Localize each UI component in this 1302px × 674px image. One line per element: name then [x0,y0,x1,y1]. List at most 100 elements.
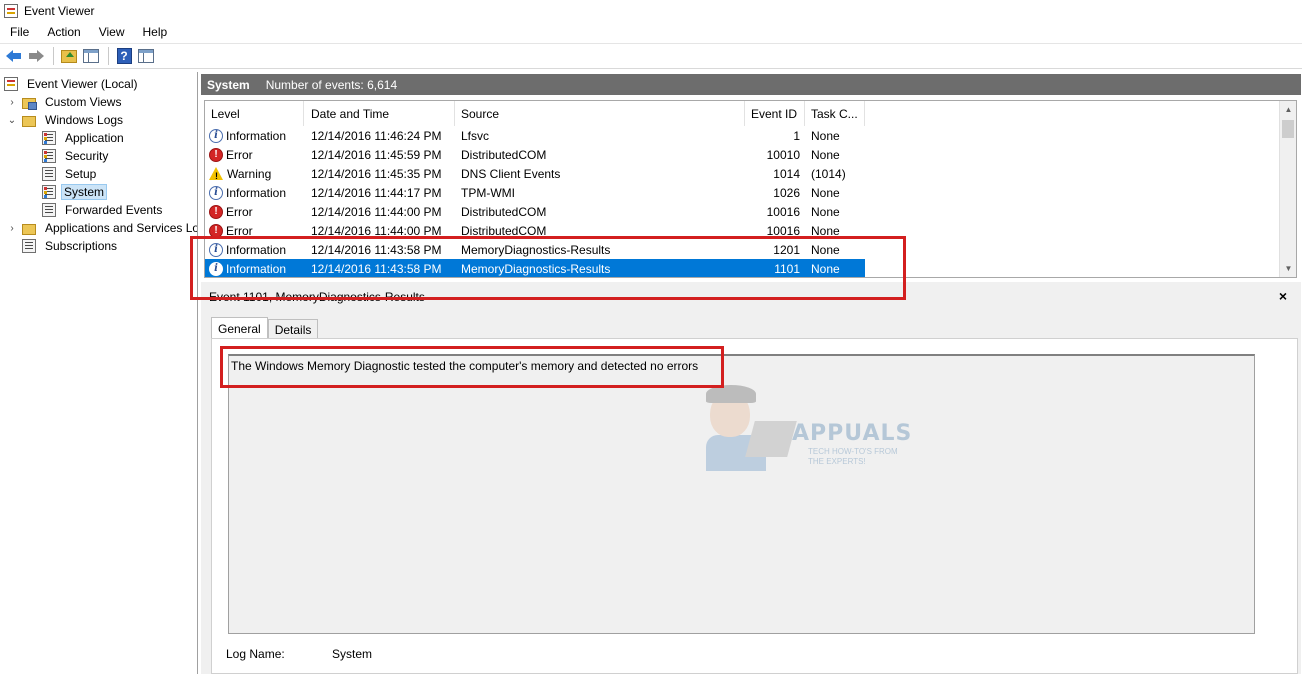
help-button[interactable]: ? [114,46,134,66]
source-cell: DNS Client Events [461,166,561,181]
table-row[interactable]: i Information 12/14/2016 11:46:24 PM Lfsvc 1… [205,126,865,145]
table-row[interactable]: ! Error 12/14/2016 11:44:00 PM DistributedC… [205,202,865,221]
tree-item-label: Custom Views [45,95,122,109]
tree-item-label: Subscriptions [45,239,118,253]
column-header-event-id[interactable]: Event ID [745,101,805,126]
log-name-label: Log Name: [226,647,285,661]
information-icon: i [209,242,223,257]
date-time-cell: 12/14/2016 11:45:35 PM [311,166,442,181]
task-category-cell: None [811,128,840,143]
table-row[interactable]: ! Warning 12/14/2016 11:45:35 PM DNS Client… [205,164,865,183]
toolbar-separator [53,47,54,65]
menu-view[interactable]: View [89,25,133,39]
watermark-text: APPUALS [792,421,913,446]
tree-item-system[interactable]: System [42,183,108,201]
watermark-subtext: TECH HOW-TO'S FROM THE EXPERTS! [808,447,898,466]
task-category-cell: None [811,204,840,219]
column-header-source[interactable]: Source [455,101,745,126]
forward-button[interactable] [26,46,46,66]
column-header-task-category[interactable]: Task C... [805,101,865,126]
tree-item-windows-logs[interactable]: ⌄ Windows Logs [6,111,127,129]
tree-item-label: Applications and Services Lo [45,221,198,235]
event-id-cell: 1201 [773,242,800,257]
expand-chevron-icon[interactable]: › [6,97,18,108]
menu-action[interactable]: Action [37,25,88,39]
tree-item-custom-views[interactable]: › Custom Views [6,93,125,111]
show-hide-console-tree-button[interactable] [81,46,101,66]
menu-help[interactable]: Help [133,25,176,39]
level-cell: i Information [209,240,305,259]
forward-arrow-icon [28,50,44,62]
show-hide-console-tree-icon [83,49,99,63]
source-cell: Lfsvc [461,128,490,143]
custom-views-folder-icon [22,97,37,110]
level-text: Warning [227,166,272,181]
table-row[interactable]: ! Error 12/14/2016 11:44:00 PM DistributedC… [205,221,865,240]
table-row[interactable]: ! Error 12/14/2016 11:45:59 PM DistributedC… [205,145,865,164]
error-icon: ! [209,223,223,238]
table-row[interactable]: i Information 12/14/2016 11:44:17 PM TPM-WM… [205,183,865,202]
date-time-cell: 12/14/2016 11:46:24 PM [311,128,442,143]
close-icon[interactable]: × [1279,288,1287,304]
source-cell: MemoryDiagnostics-Results [461,242,611,257]
event-id-cell: 1014 [773,166,800,181]
event-detail-pane: Event 1101, MemoryDiagnostics-Results × … [201,286,1301,674]
task-category-cell: None [811,147,840,162]
expand-chevron-icon[interactable]: › [6,223,18,234]
tree-item-setup[interactable]: Setup [42,165,100,183]
source-cell: DistributedCOM [461,147,547,162]
log-name-value: System [332,647,373,661]
scroll-thumb[interactable] [1282,120,1294,138]
tree-item-applications-and-services[interactable]: › Applications and Services Lo [6,219,198,237]
collapse-chevron-icon[interactable]: ⌄ [6,115,18,126]
scroll-up-icon[interactable]: ▲ [1280,101,1296,118]
table-row[interactable]: i Information 12/14/2016 11:43:58 PM Memory… [205,240,865,259]
tree-item-label: Event Viewer (Local) [27,77,138,91]
date-time-cell: 12/14/2016 11:44:00 PM [311,223,442,238]
tab-details[interactable]: Details [267,319,319,339]
tree-item-subscriptions[interactable]: Subscriptions [22,237,121,255]
tree-item-forwarded-events[interactable]: Forwarded Events [42,201,166,219]
back-button[interactable] [4,46,24,66]
level-text: Information [226,128,287,143]
log-icon [42,131,56,145]
event-count: Number of events: 6,614 [265,77,398,92]
level-cell: ! Error [209,145,305,164]
events-scrollbar[interactable]: ▲ ▼ [1279,101,1296,277]
source-cell: MemoryDiagnostics-Results [461,261,611,276]
table-row[interactable]: i Information 12/14/2016 11:43:58 PM Memory… [205,259,865,277]
tree-item-label: Security [65,149,109,163]
title-bar: Event Viewer [0,0,1302,22]
up-one-level-button[interactable] [59,46,79,66]
error-icon: ! [209,204,223,219]
event-id-cell: 10010 [766,147,800,162]
level-text: Information [226,261,287,276]
event-id-cell: 10016 [766,204,800,219]
event-id-cell: 10016 [766,223,800,238]
tab-general[interactable]: General [211,317,268,339]
date-time-cell: 12/14/2016 11:45:59 PM [311,147,442,162]
task-category-cell: None [811,261,840,276]
back-arrow-icon [6,50,22,62]
date-time-cell: 12/14/2016 11:43:58 PM [311,261,442,276]
event-description: The Windows Memory Diagnostic tested the… [231,359,699,373]
tree-item-security[interactable]: Security [42,147,112,165]
tree-item-application[interactable]: Application [42,129,128,147]
appuals-watermark-logo: APPUALS TECH HOW-TO'S FROM THE EXPERTS! [706,385,911,475]
column-header-date-time[interactable]: Date and Time [305,101,455,126]
show-hide-action-pane-button[interactable] [136,46,156,66]
level-text: Information [226,242,287,257]
level-text: Error [226,204,253,219]
tree-item-event-viewer-local[interactable]: Event Viewer (Local) [4,75,142,93]
event-viewer-app-icon [4,4,18,18]
subscriptions-icon [22,239,36,253]
window-title: Event Viewer [24,4,95,18]
scroll-down-icon[interactable]: ▼ [1280,260,1296,277]
task-category-cell: (1014) [811,166,846,181]
column-header-level[interactable]: Level [205,101,304,126]
level-text: Information [226,185,287,200]
menu-file[interactable]: File [0,25,37,39]
information-icon: i [209,185,223,200]
level-text: Error [226,147,253,162]
folder-up-icon [61,49,77,63]
